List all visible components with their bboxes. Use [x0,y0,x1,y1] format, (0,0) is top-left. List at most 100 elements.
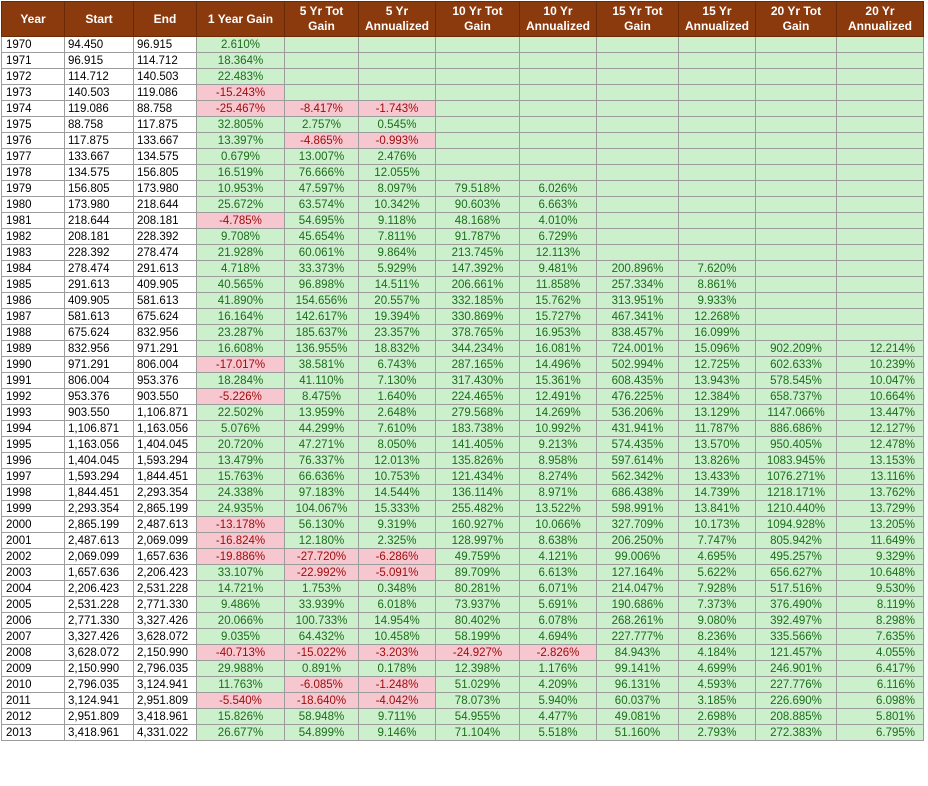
cell-ten-yr-tot-gain: 332.185% [435,292,520,309]
cell-start: 96.915 [64,52,134,69]
cell-five-yr-tot-gain: 13.007% [284,148,359,165]
cell-twenty-yr-annualized [836,148,924,165]
cell-year: 1973 [1,84,65,101]
cell-twenty-yr-tot-gain [755,164,837,181]
cell-ten-yr-annualized [519,132,597,149]
cell-end: 675.624 [133,308,197,325]
cell-twenty-yr-annualized [836,212,924,229]
table-row: 2005 2,531.228 2,771.330 9.486% 33.939% 6.018… [1,596,924,613]
cell-one-year-gain: 26.677% [196,724,285,741]
cell-five-yr-tot-gain: 0.891% [284,660,359,677]
cell-one-year-gain: 24.935% [196,500,285,517]
cell-ten-yr-tot-gain: 128.997% [435,532,520,549]
cell-twenty-yr-tot-gain [755,100,837,117]
cell-twenty-yr-tot-gain [755,292,837,309]
cell-five-yr-annualized: -4.042% [358,692,436,709]
cell-five-yr-annualized: 12.013% [358,452,436,469]
cell-twenty-yr-annualized: 6.098% [836,692,924,709]
cell-five-yr-annualized: 10.342% [358,196,436,213]
cell-year: 1974 [1,100,65,117]
cell-five-yr-tot-gain: 33.373% [284,260,359,277]
cell-ten-yr-tot-gain: 48.168% [435,212,520,229]
table-row: 1982 208.181 228.392 9.708% 45.654% 7.811% 91.… [1,228,924,245]
cell-one-year-gain: 16.164% [196,308,285,325]
cell-end: 96.915 [133,36,197,53]
table-body: 1970 94.450 96.915 2.610% 1971 96.915 114.712 1… [1,36,924,741]
table-row: 1973 140.503 119.086 -15.243% [1,84,924,101]
table-row: 2010 2,796.035 3,124.941 11.763% -6.085% -1.2… [1,676,924,693]
cell-fifteen-yr-tot-gain [596,244,679,261]
table-row: 1992 953.376 903.550 -5.226% 8.475% 1.640% 224… [1,388,924,405]
cell-fifteen-yr-tot-gain: 686.438% [596,484,679,501]
cell-twenty-yr-tot-gain [755,84,837,101]
cell-fifteen-yr-tot-gain: 467.341% [596,308,679,325]
cell-ten-yr-tot-gain: 147.392% [435,260,520,277]
cell-fifteen-yr-tot-gain: 99.006% [596,548,679,565]
cell-ten-yr-annualized: 5.691% [519,596,597,613]
table-row: 2006 2,771.330 3,327.426 20.066% 100.733% 14.… [1,612,924,629]
cell-start: 156.805 [64,180,134,197]
cell-ten-yr-annualized: 15.361% [519,372,597,389]
column-header-ten-yr-annualized: 10 Yr Annualized [519,1,597,37]
cell-twenty-yr-tot-gain: 495.257% [755,548,837,565]
column-header-fifteen-yr-annualized: 15 Yr Annualized [678,1,756,37]
table-row: 1988 675.624 832.956 23.287% 185.637% 23.357%… [1,324,924,341]
cell-fifteen-yr-annualized: 4.699% [678,660,756,677]
cell-ten-yr-tot-gain: 330.869% [435,308,520,325]
cell-start: 675.624 [64,324,134,341]
cell-twenty-yr-tot-gain: 1083.945% [755,452,837,469]
cell-ten-yr-tot-gain: 89.709% [435,564,520,581]
cell-twenty-yr-annualized [836,324,924,341]
cell-end: 173.980 [133,180,197,197]
cell-twenty-yr-annualized [836,292,924,309]
cell-end: 2,487.613 [133,516,197,533]
cell-fifteen-yr-tot-gain: 49.081% [596,708,679,725]
cell-ten-yr-tot-gain: 73.937% [435,596,520,613]
table-row: 1974 119.086 88.758 -25.467% -8.417% -1.743% [1,100,924,117]
cell-end: 133.667 [133,132,197,149]
cell-year: 2000 [1,516,65,533]
cell-five-yr-annualized: 5.929% [358,260,436,277]
cell-start: 2,796.035 [64,676,134,693]
cell-twenty-yr-annualized [836,196,924,213]
cell-ten-yr-tot-gain: 121.434% [435,468,520,485]
cell-twenty-yr-tot-gain [755,196,837,213]
cell-ten-yr-annualized [519,116,597,133]
cell-twenty-yr-annualized: 9.329% [836,548,924,565]
cell-twenty-yr-tot-gain [755,244,837,261]
table-row: 2000 2,865.199 2,487.613 -13.178% 56.130% 9.3… [1,516,924,533]
cell-one-year-gain: 9.035% [196,628,285,645]
cell-ten-yr-tot-gain: 71.104% [435,724,520,741]
cell-ten-yr-annualized [519,68,597,85]
table-row: 1996 1,404.045 1,593.294 13.479% 76.337% 12.0… [1,452,924,469]
cell-ten-yr-annualized: 10.066% [519,516,597,533]
cell-start: 117.875 [64,132,134,149]
cell-fifteen-yr-annualized: 13.570% [678,436,756,453]
cell-year: 1970 [1,36,65,53]
cell-start: 94.450 [64,36,134,53]
column-header-end: End [133,1,197,37]
cell-twenty-yr-annualized [836,100,924,117]
cell-end: 903.550 [133,388,197,405]
cell-fifteen-yr-annualized [678,180,756,197]
cell-fifteen-yr-tot-gain: 313.951% [596,292,679,309]
cell-start: 806.004 [64,372,134,389]
cell-twenty-yr-tot-gain: 246.901% [755,660,837,677]
cell-start: 1,593.294 [64,468,134,485]
cell-twenty-yr-tot-gain [755,180,837,197]
cell-year: 1986 [1,292,65,309]
cell-one-year-gain: 25.672% [196,196,285,213]
cell-fifteen-yr-tot-gain: 227.777% [596,628,679,645]
cell-start: 1,163.056 [64,436,134,453]
cell-fifteen-yr-tot-gain [596,84,679,101]
cell-five-yr-annualized: 12.055% [358,164,436,181]
cell-start: 2,771.330 [64,612,134,629]
cell-twenty-yr-annualized: 13.762% [836,484,924,501]
table-row: 1987 581.613 675.624 16.164% 142.617% 19.394%… [1,308,924,325]
cell-ten-yr-annualized [519,36,597,53]
cell-year: 1999 [1,500,65,517]
cell-five-yr-tot-gain: -6.085% [284,676,359,693]
cell-year: 1980 [1,196,65,213]
cell-twenty-yr-annualized: 10.047% [836,372,924,389]
cell-five-yr-tot-gain: -27.720% [284,548,359,565]
